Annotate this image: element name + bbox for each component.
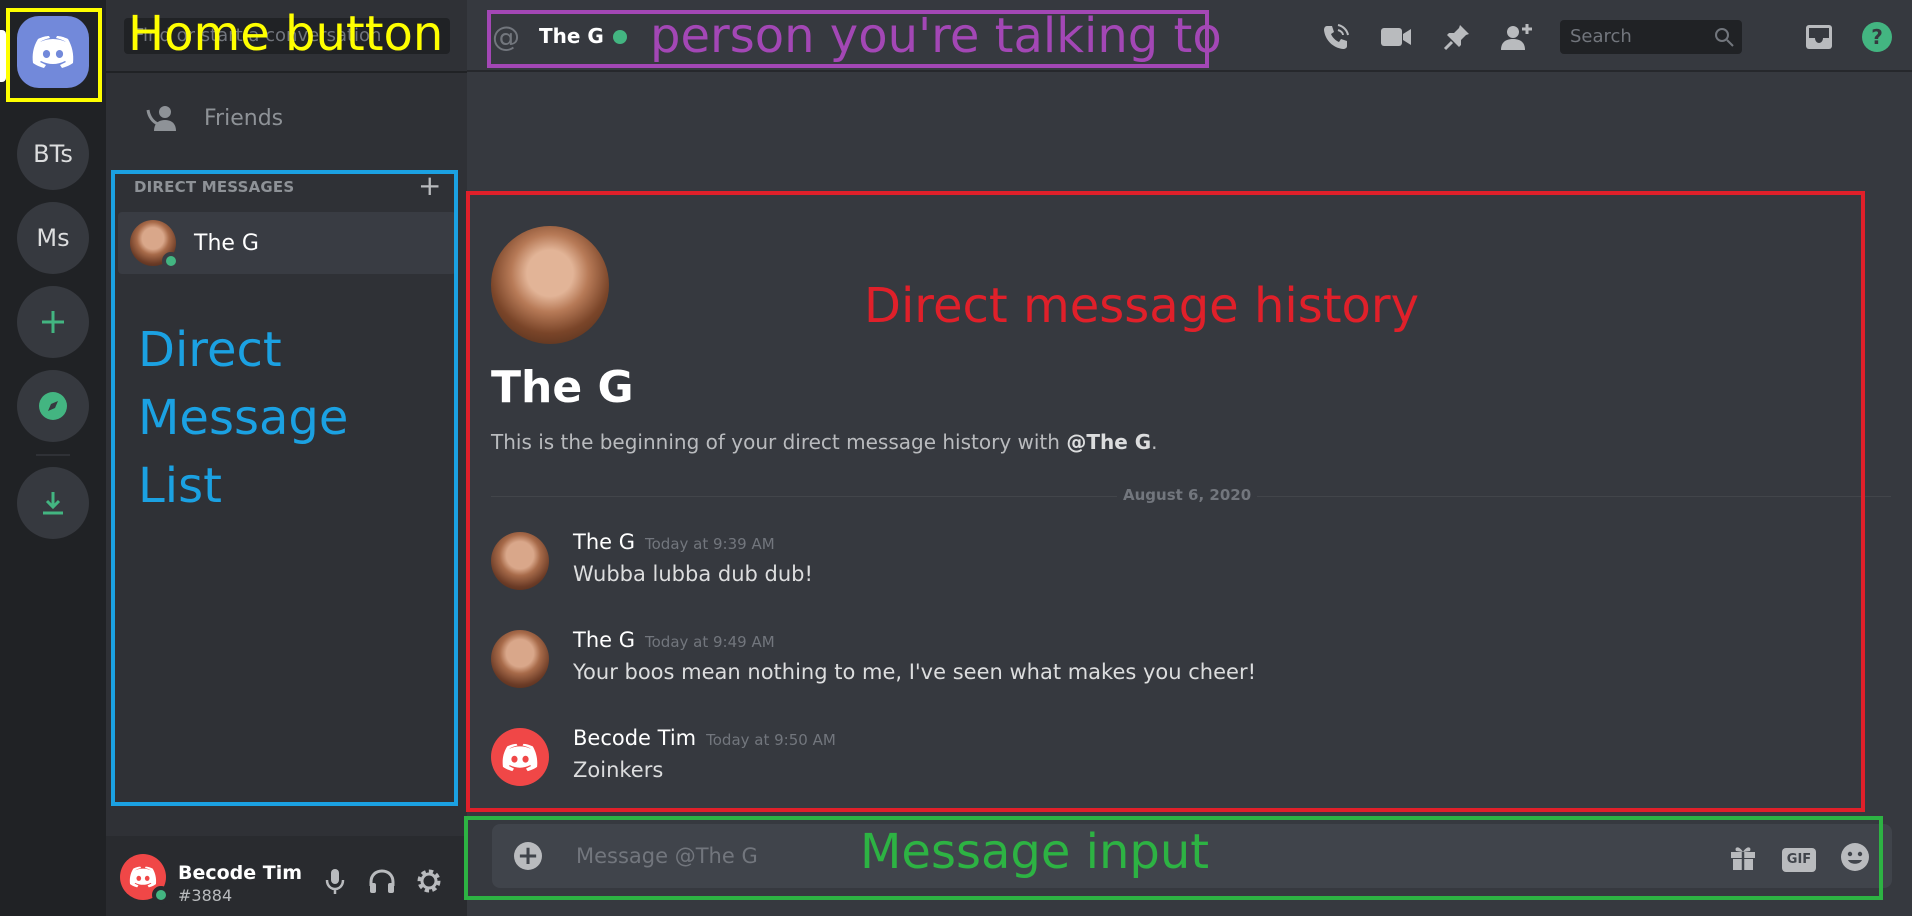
- friends-label: Friends: [204, 105, 284, 131]
- download-icon: [43, 492, 63, 515]
- user-avatar[interactable]: [120, 854, 170, 904]
- add-friends-to-dm-button[interactable]: [1500, 20, 1534, 54]
- server-bts[interactable]: BTs: [17, 118, 89, 190]
- help-icon: ?: [1862, 22, 1892, 52]
- microphone-icon: [325, 869, 345, 894]
- home-annotation-label: Home button: [128, 6, 444, 62]
- search-icon: [1715, 28, 1734, 47]
- dm-list-annotation-line: Direct: [138, 322, 282, 378]
- compass-icon: [39, 392, 67, 420]
- gear-icon: [417, 869, 441, 893]
- sidebar-divider: [106, 71, 467, 73]
- download-apps-button[interactable]: [17, 467, 89, 539]
- server-label: BTs: [33, 140, 73, 168]
- server-ms[interactable]: Ms: [17, 202, 89, 274]
- server-rail: BTs Ms: [0, 0, 106, 916]
- user-settings-button[interactable]: [414, 866, 444, 896]
- deafen-button[interactable]: [367, 866, 397, 896]
- discord-app: BTs Ms Find or start a conversation Frie…: [0, 0, 1912, 916]
- search-placeholder: Search: [1570, 26, 1632, 47]
- username: Becode Tim: [178, 862, 303, 884]
- message-search-input[interactable]: Search: [1560, 20, 1742, 54]
- user-tag: #3884: [178, 886, 233, 905]
- input-annotation-label: Message input: [860, 824, 1210, 880]
- svg-text:?: ?: [1871, 25, 1883, 49]
- headphones-icon: [369, 869, 395, 893]
- server-label: Ms: [36, 224, 70, 252]
- voice-call-button[interactable]: [1319, 20, 1353, 54]
- inbox-icon: [1806, 25, 1832, 49]
- discord-logo-icon: [129, 866, 157, 888]
- phone-icon: [1324, 24, 1349, 49]
- add-user-icon: [1501, 24, 1532, 50]
- pin-icon: [1443, 25, 1469, 51]
- pinned-messages-button[interactable]: [1440, 20, 1474, 54]
- plus-icon: [42, 311, 64, 333]
- rail-separator: [36, 454, 70, 456]
- history-annotation-label: Direct message history: [864, 278, 1420, 334]
- friends-icon: [146, 106, 176, 131]
- help-button[interactable]: ?: [1860, 20, 1894, 54]
- user-panel: Becode Tim #3884: [106, 836, 467, 916]
- add-server-button[interactable]: [17, 286, 89, 358]
- dm-list-annotation-line: List: [138, 458, 222, 514]
- dm-list-annotation-line: Message: [138, 390, 349, 446]
- online-status-icon: [152, 886, 170, 904]
- video-camera-icon: [1381, 28, 1411, 46]
- home-annotation-box: [6, 8, 102, 102]
- explore-servers-button[interactable]: [17, 370, 89, 442]
- person-annotation-label: person you're talking to: [650, 8, 1222, 64]
- video-call-button[interactable]: [1379, 20, 1413, 54]
- mute-button[interactable]: [320, 866, 350, 896]
- friends-nav-item[interactable]: Friends: [116, 92, 456, 144]
- inbox-button[interactable]: [1802, 20, 1836, 54]
